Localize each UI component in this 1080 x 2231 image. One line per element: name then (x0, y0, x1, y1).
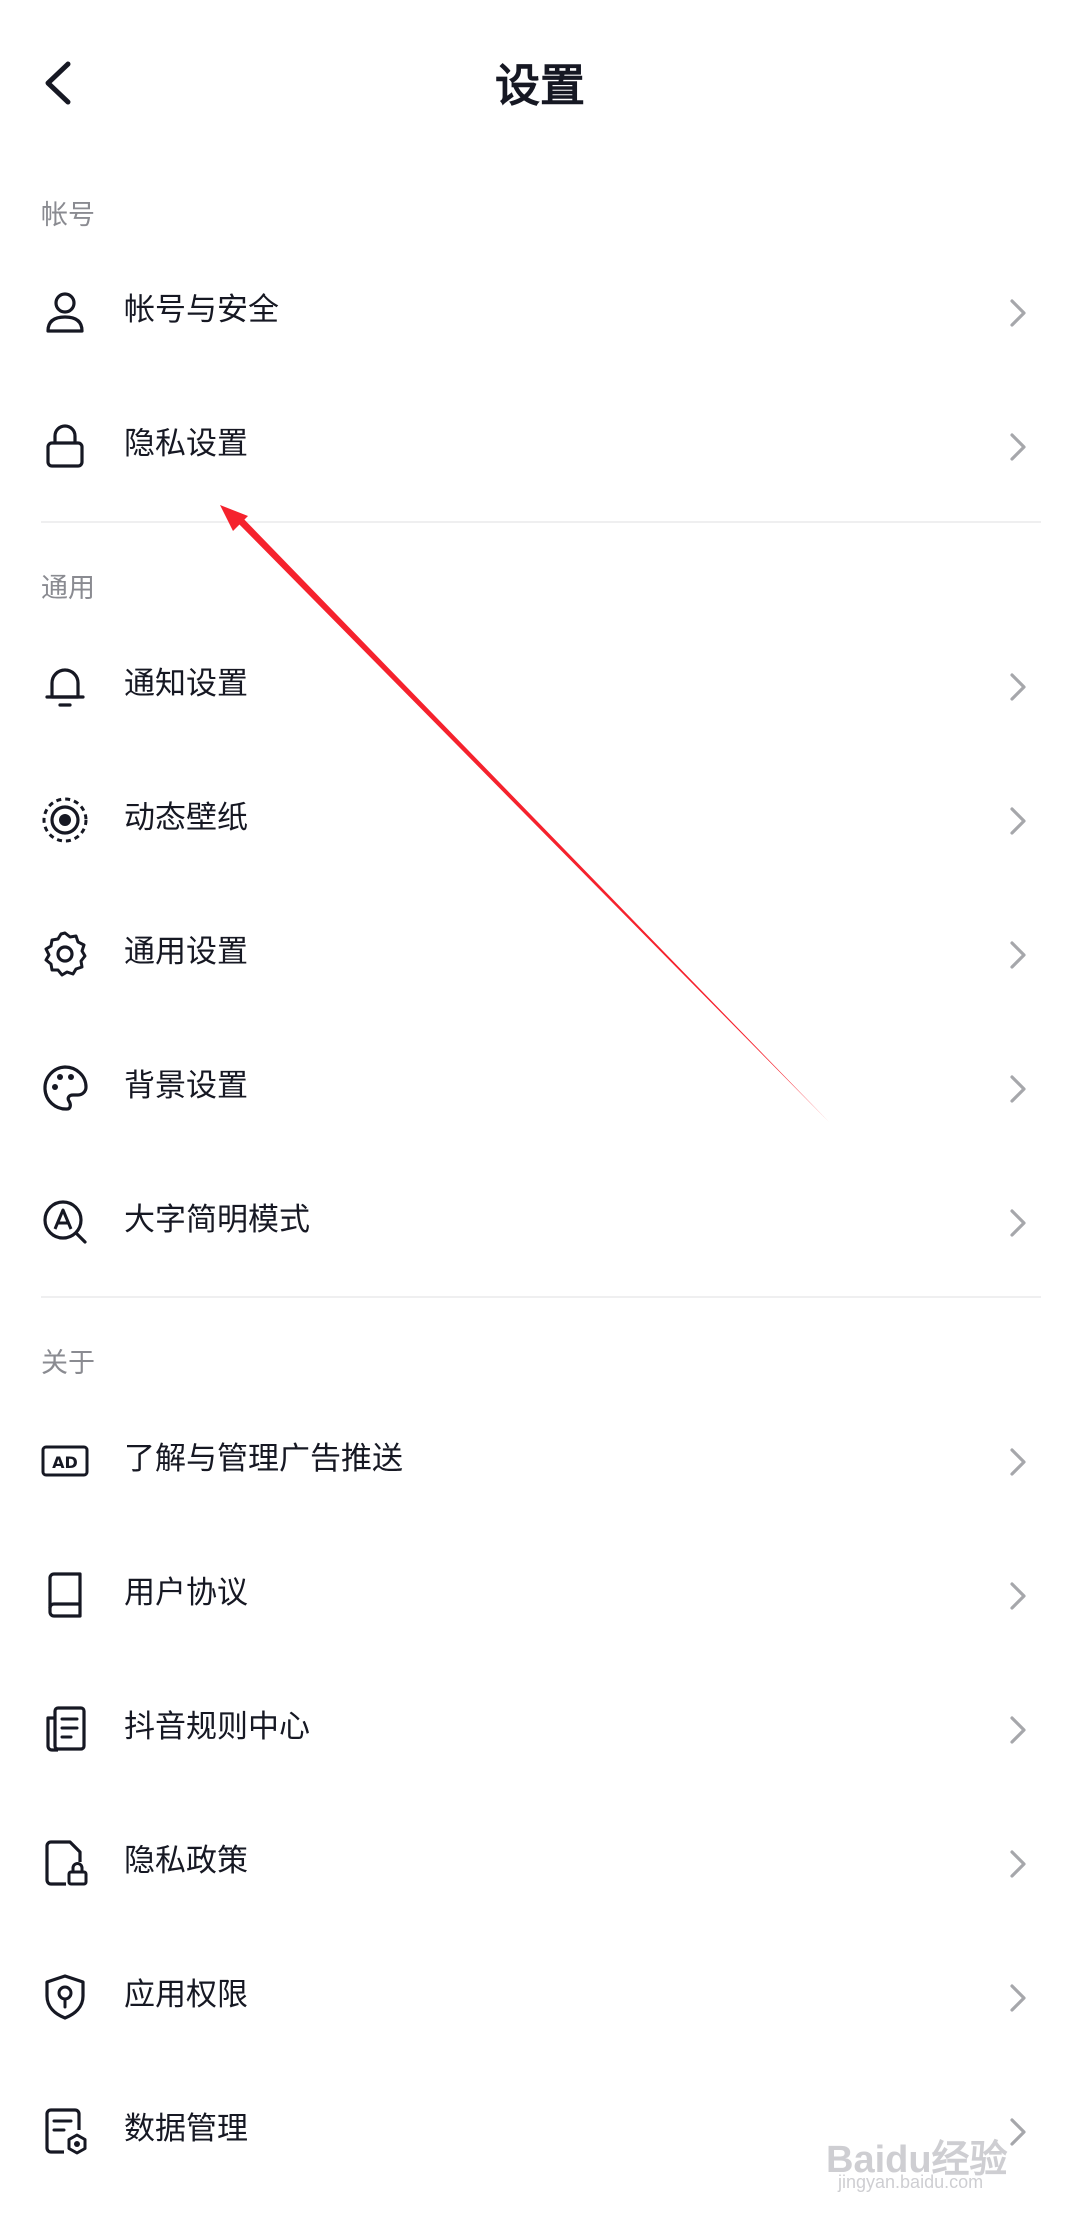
row-label: 帐号与安全 (124, 292, 279, 328)
row-notification-settings[interactable]: 通知设置 (0, 617, 1080, 751)
row-label: 抖音规则中心 (124, 1709, 310, 1745)
chevron-right-icon (1010, 1850, 1026, 1878)
row-label: 用户协议 (124, 1575, 248, 1611)
ad-icon: AD (41, 1445, 89, 1477)
user-icon (46, 292, 84, 333)
svg-text:AD: AD (52, 1453, 78, 1472)
header: 设置 (0, 0, 1080, 170)
row-ad-management[interactable]: AD 了解与管理广告推送 (0, 1392, 1080, 1526)
bell-icon (45, 668, 85, 707)
large-text-icon (43, 1200, 87, 1244)
row-label: 数据管理 (124, 2111, 248, 2147)
row-privacy-policy[interactable]: 隐私政策 (0, 1794, 1080, 1928)
book-icon (48, 1572, 82, 1618)
data-settings-icon (45, 2108, 87, 2155)
row-label: 大字简明模式 (124, 1202, 310, 1238)
chevron-right-icon (1010, 433, 1026, 461)
row-user-agreement[interactable]: 用户协议 (0, 1526, 1080, 1660)
row-account-security[interactable]: 帐号与安全 (0, 243, 1080, 377)
lock-icon (46, 424, 84, 468)
row-live-wallpaper[interactable]: 动态壁纸 (0, 751, 1080, 885)
row-label: 通知设置 (124, 666, 248, 702)
chevron-right-icon (1010, 1984, 1026, 2012)
privacy-policy-icon (45, 1840, 88, 1886)
palette-icon (43, 1065, 88, 1111)
chevron-right-icon (1010, 807, 1026, 835)
row-label: 了解与管理广告推送 (124, 1441, 403, 1477)
row-label: 隐私设置 (124, 426, 248, 462)
row-background-settings[interactable]: 背景设置 (0, 1019, 1080, 1153)
gear-icon (44, 931, 87, 977)
row-label: 应用权限 (124, 1977, 248, 2013)
shield-icon (45, 1974, 85, 2020)
chevron-right-icon (1010, 299, 1026, 327)
chevron-right-icon (1010, 941, 1026, 969)
rules-document-icon (46, 1706, 86, 1752)
watermark-sub: jingyan.baidu.com (838, 2172, 984, 2192)
section-label-account: 帐号 (41, 200, 95, 231)
chevron-right-icon (1010, 1582, 1026, 1610)
chevron-right-icon (1010, 1209, 1026, 1237)
section-divider (41, 521, 1041, 523)
live-wallpaper-icon (42, 797, 88, 843)
settings-page: 设置 帐号 帐号与安全 隐私设置 通用 通知设置 动态壁纸 通用设置 背景设置 … (0, 0, 1080, 2231)
baidu-watermark: Baidu经验 jingyan.baidu.com (826, 2112, 1066, 2192)
chevron-right-icon (1010, 1075, 1026, 1103)
row-label: 背景设置 (124, 1068, 248, 1104)
row-general-settings[interactable]: 通用设置 (0, 885, 1080, 1019)
section-divider (41, 1296, 1041, 1298)
chevron-right-icon (1010, 673, 1026, 701)
section-label-about: 关于 (41, 1348, 95, 1379)
row-label: 动态壁纸 (124, 800, 248, 836)
page-title: 设置 (494, 59, 585, 112)
chevron-right-icon (1010, 1716, 1026, 1744)
section-label-general: 通用 (41, 573, 95, 604)
row-label: 通用设置 (124, 934, 248, 970)
row-large-text-mode[interactable]: 大字简明模式 (0, 1153, 1080, 1287)
row-label: 隐私政策 (124, 1843, 248, 1879)
row-app-permissions[interactable]: 应用权限 (0, 1928, 1080, 2062)
chevron-right-icon (1010, 1448, 1026, 1476)
row-privacy-settings[interactable]: 隐私设置 (0, 377, 1080, 511)
row-rules-center[interactable]: 抖音规则中心 (0, 1660, 1080, 1794)
